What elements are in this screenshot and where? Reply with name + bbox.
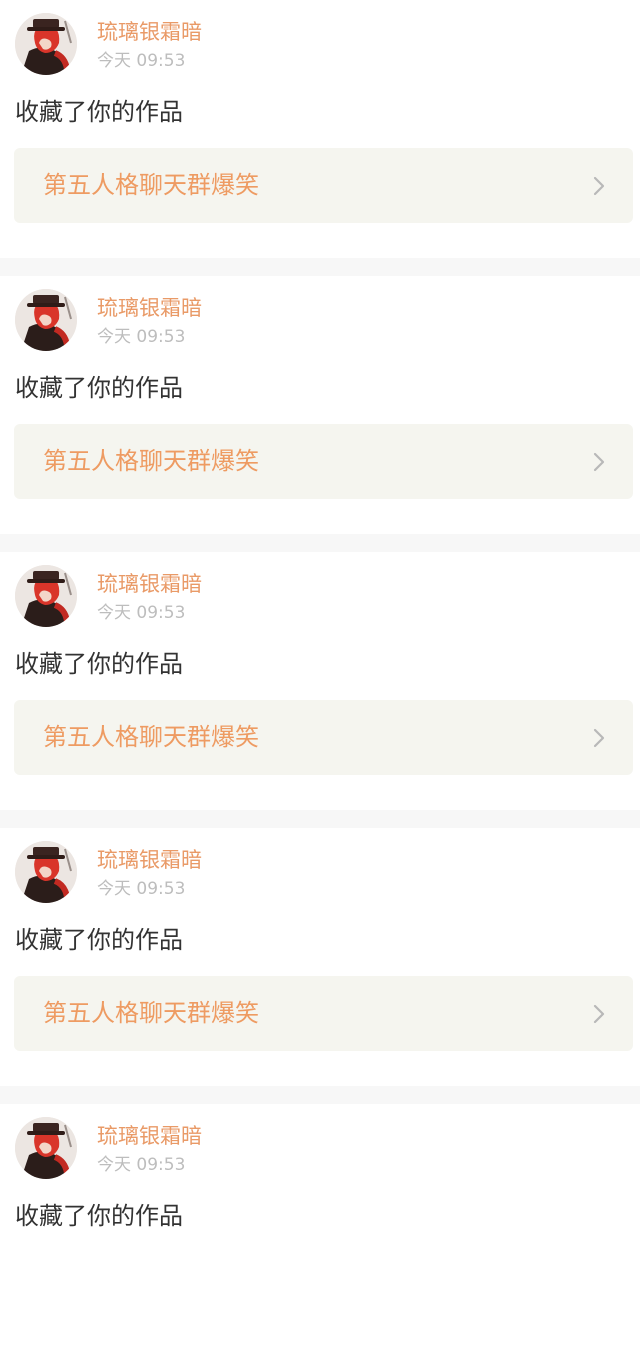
- work-link-card[interactable]: 第五人格聊天群爆笑: [14, 976, 633, 1051]
- timestamp: 今天 09:53: [97, 1155, 186, 1175]
- action-text: 收藏了你的作品: [15, 374, 183, 402]
- chevron-right-icon: [593, 176, 605, 196]
- avatar-illustration-icon: [15, 1117, 77, 1179]
- work-title: 第五人格聊天群爆笑: [43, 723, 259, 751]
- avatar-illustration-icon: [15, 13, 77, 75]
- notification-card: 琉璃银霜暗 今天 09:53 收藏了你的作品 第五人格聊天群爆笑: [0, 276, 640, 534]
- chevron-right-icon: [593, 728, 605, 748]
- user-avatar[interactable]: [15, 1117, 77, 1179]
- notification-card: 琉璃银霜暗 今天 09:53 收藏了你的作品 第五人格聊天群爆笑: [0, 828, 640, 1086]
- card-separator: [0, 534, 640, 552]
- notification-card: 琉璃银霜暗 今天 09:53 收藏了你的作品 第五人格聊天群爆笑: [0, 0, 640, 258]
- action-text: 收藏了你的作品: [15, 650, 183, 678]
- avatar-illustration-icon: [15, 289, 77, 351]
- avatar-illustration-icon: [15, 565, 77, 627]
- work-title: 第五人格聊天群爆笑: [43, 171, 259, 199]
- notification-card: 琉璃银霜暗 今天 09:53 收藏了你的作品: [0, 1104, 640, 1362]
- notification-card: 琉璃银霜暗 今天 09:53 收藏了你的作品 第五人格聊天群爆笑: [0, 552, 640, 810]
- work-link-card[interactable]: 第五人格聊天群爆笑: [14, 424, 633, 499]
- username[interactable]: 琉璃银霜暗: [97, 847, 202, 873]
- user-avatar[interactable]: [15, 565, 77, 627]
- timestamp: 今天 09:53: [97, 327, 186, 347]
- action-text: 收藏了你的作品: [15, 926, 183, 954]
- user-avatar[interactable]: [15, 841, 77, 903]
- card-separator: [0, 810, 640, 828]
- work-link-card[interactable]: 第五人格聊天群爆笑: [14, 700, 633, 775]
- avatar-illustration-icon: [15, 841, 77, 903]
- user-avatar[interactable]: [15, 13, 77, 75]
- work-title: 第五人格聊天群爆笑: [43, 447, 259, 475]
- action-text: 收藏了你的作品: [15, 98, 183, 126]
- timestamp: 今天 09:53: [97, 879, 186, 899]
- chevron-right-icon: [593, 1004, 605, 1024]
- timestamp: 今天 09:53: [97, 51, 186, 71]
- card-separator: [0, 258, 640, 276]
- work-link-card[interactable]: 第五人格聊天群爆笑: [14, 148, 633, 223]
- user-avatar[interactable]: [15, 289, 77, 351]
- username[interactable]: 琉璃银霜暗: [97, 1123, 202, 1149]
- chevron-right-icon: [593, 452, 605, 472]
- action-text: 收藏了你的作品: [15, 1202, 183, 1230]
- username[interactable]: 琉璃银霜暗: [97, 295, 202, 321]
- notification-feed: 琉璃银霜暗 今天 09:53 收藏了你的作品 第五人格聊天群爆笑 琉璃银霜暗 今…: [0, 0, 640, 1362]
- username[interactable]: 琉璃银霜暗: [97, 19, 202, 45]
- username[interactable]: 琉璃银霜暗: [97, 571, 202, 597]
- work-title: 第五人格聊天群爆笑: [43, 999, 259, 1027]
- timestamp: 今天 09:53: [97, 603, 186, 623]
- card-separator: [0, 1086, 640, 1104]
